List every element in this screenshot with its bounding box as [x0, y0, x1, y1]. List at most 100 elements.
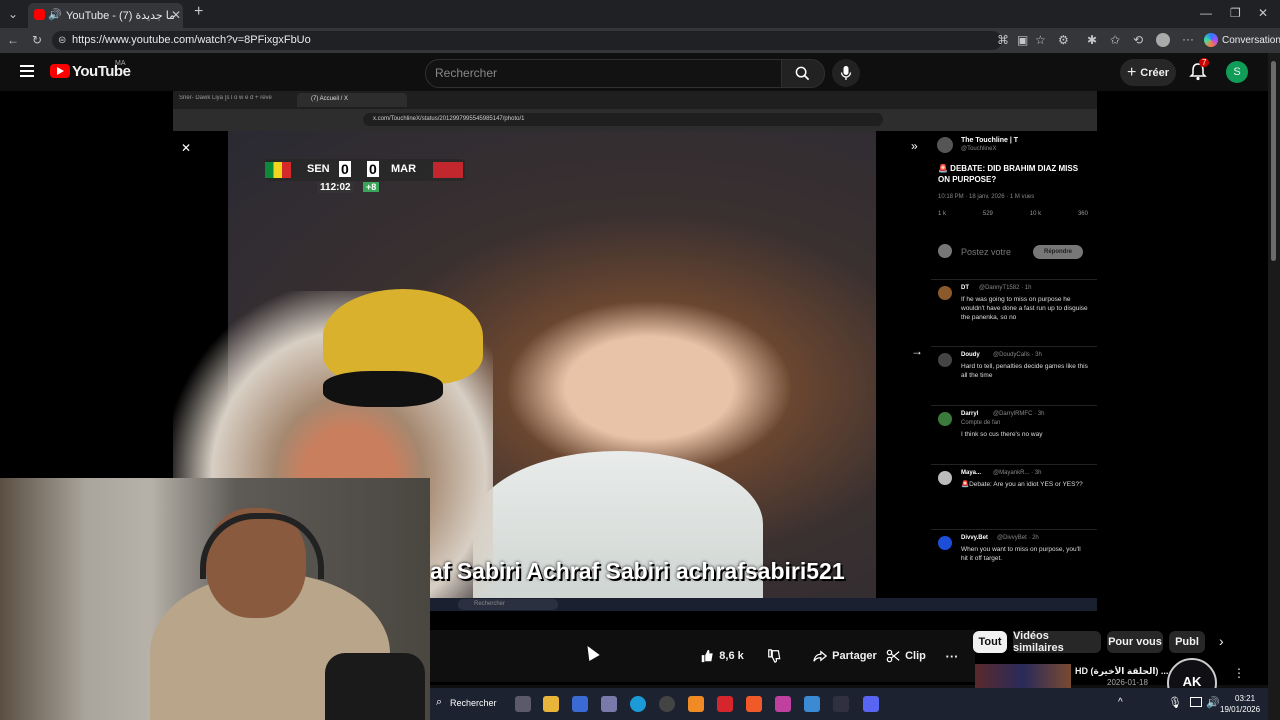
speaker-icon[interactable]: 🔊	[48, 9, 62, 21]
app-blue-icon[interactable]	[804, 696, 820, 712]
split-screen-icon[interactable]: ▣	[1017, 34, 1028, 46]
video-inner-browser: Sner- Dawk Liya [s l o w e d + reve (7) …	[173, 91, 1097, 131]
more-menu-icon[interactable]: ···	[1182, 33, 1194, 45]
social-handles-text: af Sabiri Achraf Sabiri achrafsabiri521	[430, 558, 845, 584]
app-icon[interactable]	[601, 696, 617, 712]
hamburger-menu-icon[interactable]	[20, 65, 34, 77]
bookmark-count: 360	[1077, 211, 1088, 217]
tab-list-chevron-icon[interactable]: ⌄	[8, 8, 18, 20]
tweet-text: 🚨 DEBATE: DID BRAHIM DIAZ MISS ON PURPOS…	[938, 164, 1079, 184]
search-icon	[795, 66, 810, 81]
profile-avatar-icon[interactable]	[1156, 33, 1170, 47]
taskbar-date[interactable]: 19/01/2026	[1220, 705, 1260, 714]
recommended-thumbnail[interactable]	[975, 664, 1071, 688]
away-team: MAR	[391, 163, 417, 175]
browser-tab-bar: ⌄ 🔊 YouTube - (7) تا حاجة ما جديدة ✕ + —…	[0, 0, 1280, 28]
video-inner-tab-2: (7) Accueil / X	[311, 96, 349, 102]
search-input[interactable]: Rechercher	[425, 59, 783, 88]
store-icon[interactable]	[572, 696, 588, 712]
more-actions-button[interactable]: ···	[938, 642, 966, 670]
expand-panel-icon[interactable]: »	[911, 139, 918, 153]
translate-icon[interactable]: ⌘	[997, 34, 1009, 46]
reload-icon[interactable]: ↻	[32, 34, 42, 46]
favorites-bar-icon[interactable]: ✩	[1110, 34, 1120, 46]
reply-item: Divvy.Bet @DivvyBet · 2h When you want t…	[931, 529, 1097, 590]
reply-count: 1 k	[938, 211, 947, 217]
notifications-button[interactable]: 7	[1189, 58, 1210, 81]
task-view-icon[interactable]	[515, 696, 531, 712]
chip-published[interactable]: Publ	[1169, 631, 1205, 653]
edge-icon[interactable]	[630, 696, 646, 712]
reply-handle: @DarrylRMFC · 3h	[993, 411, 1045, 417]
video-inner-urlbox: x.com/TouchlineX/status/2012997995545985…	[363, 113, 883, 126]
taskbar-time[interactable]: 03:21	[1235, 694, 1255, 703]
minimize-icon[interactable]: —	[1200, 7, 1212, 19]
recommended-more-icon[interactable]: ⋮	[1233, 666, 1245, 680]
recommended-video[interactable]: HD (الحلقة الأخيرة) ... 2026-01-18 AK ⋮	[975, 658, 1265, 708]
chip-similar[interactable]: Vidéos similaires	[1013, 630, 1101, 654]
share-button[interactable]: Partager	[800, 642, 890, 670]
added-time: +8	[363, 182, 380, 192]
brave-icon[interactable]	[746, 696, 762, 712]
file-explorer-icon[interactable]	[543, 696, 559, 712]
thumbs-up-icon	[702, 649, 713, 663]
microphone-tray-icon[interactable]: 🎙	[1168, 696, 1182, 709]
chip-all[interactable]: Tout	[973, 631, 1007, 653]
network-icon[interactable]	[1190, 697, 1202, 707]
app-red-icon[interactable]	[717, 696, 733, 712]
chips-next-icon[interactable]: ›	[1219, 633, 1224, 649]
search-button[interactable]	[781, 59, 825, 88]
obs-icon[interactable]	[659, 696, 675, 712]
favorite-icon[interactable]: ☆	[1035, 34, 1046, 46]
discord-icon[interactable]	[863, 696, 879, 712]
reply-name: Maya...	[961, 470, 982, 476]
app-dark-icon[interactable]	[833, 696, 849, 712]
reply-text: Hard to tell, penalties decide games lik…	[961, 363, 1088, 379]
tab-title: YouTube - (7) تا حاجة ما جديدة	[66, 10, 174, 22]
microphone-icon	[840, 66, 852, 80]
voice-search-button[interactable]	[832, 59, 860, 87]
reply-item: Doudy @DoudyCalls · 3h Hard to tell, pen…	[931, 346, 1097, 405]
app-pink-icon[interactable]	[775, 696, 791, 712]
reply-avatar	[938, 353, 952, 367]
chip-for-you[interactable]: Pour vous	[1107, 631, 1163, 653]
history-icon[interactable]: ⟲	[1133, 34, 1143, 46]
site-info-icon[interactable]: ⊜	[58, 35, 66, 47]
clip-button[interactable]: Clip	[880, 642, 932, 670]
account-avatar[interactable]: S	[1226, 61, 1248, 83]
tab-close-icon[interactable]: ✕	[171, 9, 181, 21]
x-post-panel: The Touchline | T @TouchlineX 🚨 DEBATE: …	[931, 131, 1097, 598]
frame-right-border	[876, 131, 931, 598]
browser-tab[interactable]: 🔊 YouTube - (7) تا حاجة ما جديدة ✕	[28, 3, 183, 28]
youtube-logo-icon[interactable]	[50, 64, 70, 78]
like-button[interactable]: 8,6 k	[698, 642, 746, 670]
taskbar-search-icon[interactable]: ⌕	[436, 696, 442, 709]
back-icon[interactable]: ←	[7, 34, 19, 46]
search-placeholder: Rechercher	[435, 66, 498, 80]
extension-puzzle-icon[interactable]: ✱	[1087, 34, 1097, 46]
restore-icon[interactable]: ❐	[1230, 7, 1241, 19]
tweet-handle: @TouchlineX	[961, 146, 997, 152]
close-photo-icon[interactable]: ✕	[181, 141, 191, 155]
extensions-icon[interactable]: ⚙	[1058, 34, 1069, 46]
page-scrollbar[interactable]	[1268, 53, 1280, 720]
reply-name: Divvy.Bet	[961, 535, 988, 541]
window-close-icon[interactable]: ✕	[1258, 7, 1268, 19]
video-inner-tab-2-bg: (7) Accueil / X	[297, 93, 407, 107]
tray-chevron-icon[interactable]: ^	[1118, 697, 1123, 708]
create-button[interactable]: + Créer	[1120, 59, 1176, 86]
new-tab-icon[interactable]: +	[194, 4, 203, 20]
dislike-button[interactable]	[760, 642, 788, 670]
scrollbar-thumb[interactable]	[1271, 61, 1276, 261]
copilot-conversation-button[interactable]: Conversation	[1200, 31, 1280, 50]
reply-handle: @MayankR... · 3h	[993, 470, 1042, 476]
yellow-beanie	[323, 289, 483, 384]
next-photo-icon[interactable]: →	[911, 344, 923, 358]
address-bar[interactable]: ⊜ https://www.youtube.com/watch?v=8PFixg…	[52, 31, 1009, 50]
app-orange-icon[interactable]	[688, 696, 704, 712]
volume-icon[interactable]: 🔊	[1206, 696, 1220, 709]
copilot-icon	[1204, 33, 1218, 47]
tweet-stats: 1 k 529 10 k 360	[938, 211, 1088, 225]
taskbar-search[interactable]: Rechercher	[450, 698, 497, 708]
reply-handle: @DannyT1582 · 1h	[979, 285, 1032, 291]
